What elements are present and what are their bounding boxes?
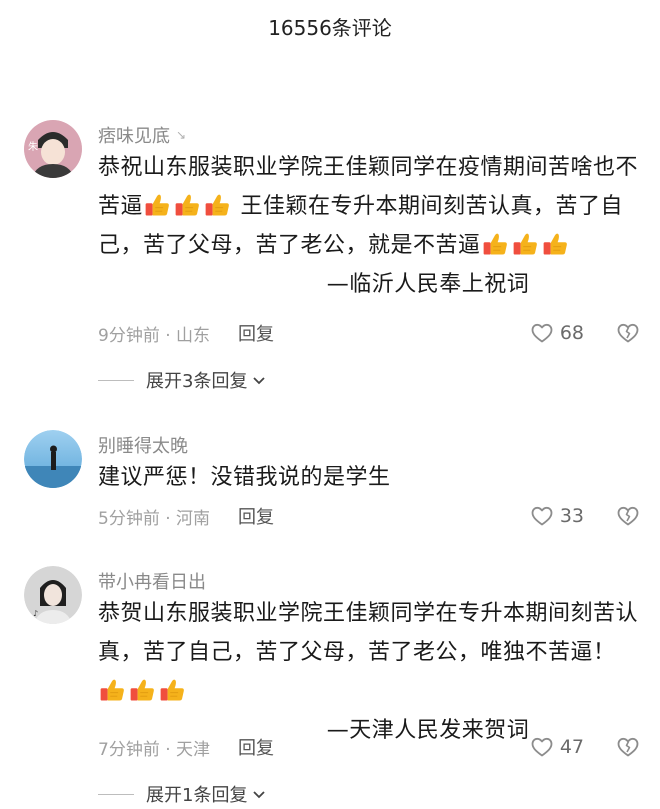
chevron-down-icon [253, 791, 266, 799]
avatar[interactable]: 朱 [24, 120, 82, 178]
comment-meta: 5分钟前 · 河南 回复 33 [98, 501, 640, 531]
svg-text:♪: ♪ [33, 609, 38, 618]
like-button[interactable]: 47 [530, 735, 584, 759]
username[interactable]: 痞味见底 ↘ [98, 122, 186, 148]
expand-replies-button[interactable]: 展开1条回复 [98, 779, 267, 809]
thumbs-up-emoji-group [481, 233, 571, 258]
comment-text-part: 建议严惩！没错我说的是学生 [98, 465, 391, 490]
dislike-button[interactable] [616, 735, 640, 759]
like-count: 47 [559, 736, 584, 758]
comment-text-part: 恭贺山东服装职业学院王佳颖同学在专升本期间刻苦认真，苦了自己，苦了父母，苦了老公… [98, 601, 639, 665]
heart-icon [530, 321, 554, 345]
comment-text: 恭祝山东服装职业学院王佳颖同学在疫情期间苦啥也不苦逼 王佳颖在专升本期间刻苦认真… [98, 148, 638, 304]
chevron-down-icon [253, 377, 266, 385]
username-text[interactable]: 别睡得太晚 [98, 432, 188, 458]
divider-line [98, 793, 134, 795]
comments-header: 16556条评论 [0, 0, 660, 52]
comment-text: 建议严惩！没错我说的是学生 [98, 458, 638, 497]
username-text[interactable]: 带小冉看日出 [98, 568, 206, 594]
thumbs-up-icon [203, 191, 231, 219]
author-mark: ↘ [176, 128, 187, 142]
thumbs-up-icon [128, 676, 156, 704]
heart-icon [530, 735, 554, 759]
username[interactable]: 带小冉看日出 [98, 568, 206, 594]
time-location: 7分钟前 · 天津 [98, 739, 211, 760]
thumbs-up-icon [481, 230, 509, 258]
thumbs-up-icon [511, 230, 539, 258]
thumbs-up-icon [158, 676, 186, 704]
svg-text:朱: 朱 [28, 141, 38, 153]
dislike-button[interactable] [616, 321, 640, 345]
expand-replies-button[interactable]: 展开3条回复 [98, 365, 267, 395]
avatar[interactable] [24, 430, 82, 488]
divider-line [98, 379, 134, 381]
like-button[interactable]: 33 [530, 504, 584, 528]
time-location: 9分钟前 · 山东 [98, 325, 211, 346]
like-count: 33 [559, 505, 584, 527]
comment-text: 恭贺山东服装职业学院王佳颖同学在专升本期间刻苦认真，苦了自己，苦了父母，苦了老公… [98, 594, 638, 750]
thumbs-up-icon [173, 191, 201, 219]
comment-meta: 7分钟前 · 天津 回复 47 [98, 732, 640, 762]
comment-count-title: 16556条评论 [268, 15, 392, 40]
broken-heart-icon [616, 735, 640, 759]
like-button[interactable]: 68 [530, 321, 584, 345]
broken-heart-icon [616, 321, 640, 345]
reply-button[interactable]: 回复 [238, 734, 274, 760]
comment-meta: 9分钟前 · 山东 回复 68 [98, 318, 640, 348]
avatar[interactable]: ♪ [24, 566, 82, 624]
reply-button[interactable]: 回复 [238, 503, 274, 529]
thumbs-up-icon [98, 676, 126, 704]
thumbs-up-icon [143, 191, 171, 219]
expand-replies-label[interactable]: 展开1条回复 [146, 781, 247, 807]
broken-heart-icon [616, 504, 640, 528]
thumbs-up-emoji-group [98, 679, 188, 704]
username-text[interactable]: 痞味见底 [98, 122, 170, 148]
time-location: 5分钟前 · 河南 [98, 508, 211, 529]
thumbs-up-icon [541, 230, 569, 258]
comment-signature: —临沂人民奉上祝词 [326, 272, 530, 297]
dislike-button[interactable] [616, 504, 640, 528]
like-count: 68 [559, 322, 584, 344]
reply-button[interactable]: 回复 [238, 320, 274, 346]
expand-replies-label[interactable]: 展开3条回复 [146, 367, 247, 393]
username[interactable]: 别睡得太晚 [98, 432, 188, 458]
heart-icon [530, 504, 554, 528]
thumbs-up-emoji-group [143, 194, 233, 219]
